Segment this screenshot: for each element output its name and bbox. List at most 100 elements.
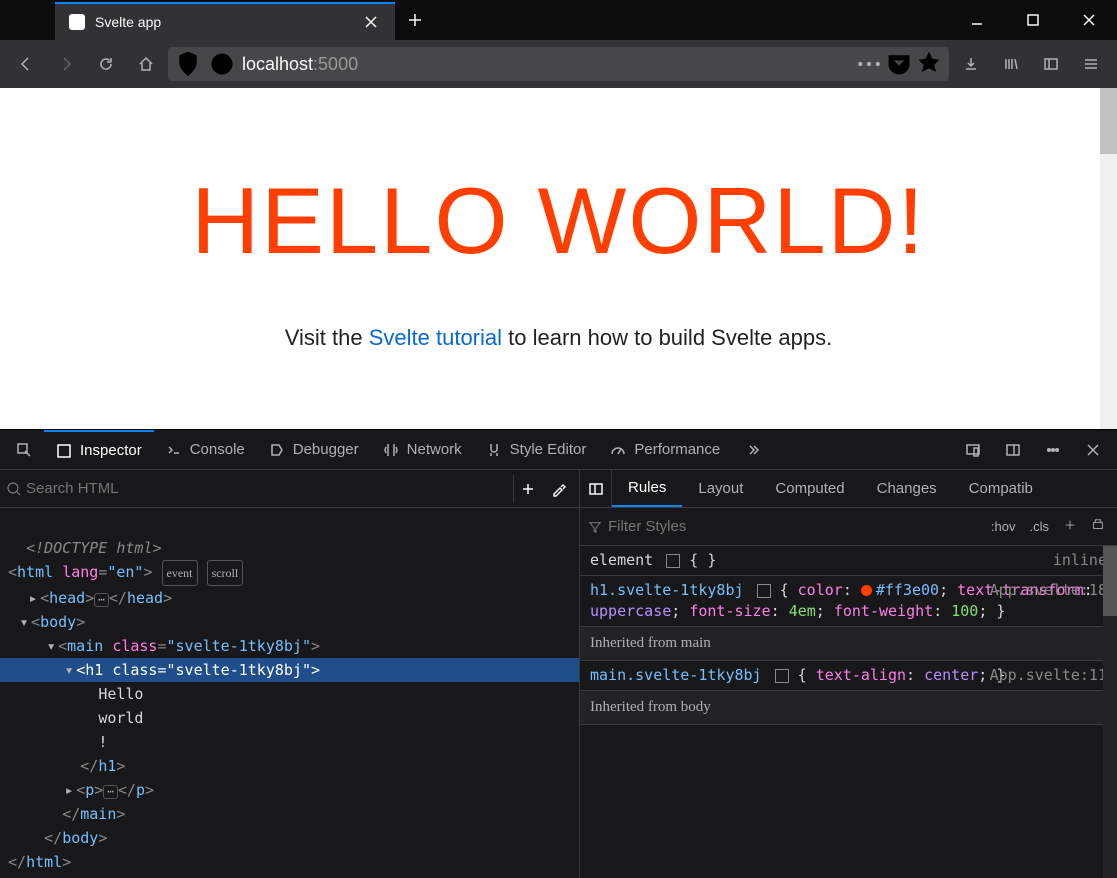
- tab-performance[interactable]: Performance: [598, 430, 732, 469]
- dom-text: !: [98, 733, 107, 751]
- css-rules-list[interactable]: inline element { } App.svelte:18 h1.svel…: [580, 546, 1117, 878]
- styles-tab-compat[interactable]: Compatib: [953, 470, 1049, 507]
- browser-toolbar: localhost:5000: [0, 40, 1117, 88]
- layout-view-icon[interactable]: [580, 470, 612, 508]
- inherited-from-main: Inherited from main: [580, 627, 1117, 661]
- close-window-icon[interactable]: [1061, 0, 1117, 40]
- dom-doctype: <!DOCTYPE html>: [26, 539, 161, 557]
- maximize-window-icon[interactable]: [1005, 0, 1061, 40]
- browser-tab[interactable]: Svelte app: [55, 2, 395, 40]
- tab-debugger[interactable]: Debugger: [257, 430, 371, 469]
- sidebar-icon[interactable]: [1033, 46, 1069, 82]
- back-button[interactable]: [8, 46, 44, 82]
- tabs-overflow-icon[interactable]: [732, 430, 772, 469]
- twisty-icon[interactable]: ▾: [17, 610, 31, 634]
- styles-tab-computed[interactable]: Computed: [759, 470, 860, 507]
- responsive-mode-icon[interactable]: [953, 442, 993, 458]
- selected-dom-node[interactable]: ▾<h1 class="svelte-1tky8bj">: [0, 658, 579, 682]
- page-content: HELLO WORLD! Visit the Svelte tutorial t…: [0, 88, 1117, 429]
- tab-debugger-label: Debugger: [293, 441, 359, 458]
- styles-filter-input[interactable]: [608, 518, 981, 535]
- styles-panel: Rules Layout Computed Changes Compatib :…: [580, 470, 1117, 878]
- ellipsis-icon[interactable]: ⋯: [94, 593, 109, 607]
- tab-inspector[interactable]: Inspector: [44, 430, 154, 469]
- target-icon[interactable]: [775, 669, 789, 683]
- pocket-icon[interactable]: [885, 50, 913, 78]
- styles-tab-rules[interactable]: Rules: [612, 470, 682, 507]
- scroll-badge[interactable]: scroll: [207, 560, 244, 586]
- tab-style-editor-label: Style Editor: [510, 441, 587, 458]
- inherited-from-body: Inherited from body: [580, 691, 1117, 725]
- styles-tabbar: Rules Layout Computed Changes Compatib: [580, 470, 1117, 508]
- devtools-close-icon[interactable]: [1073, 442, 1113, 458]
- twisty-icon[interactable]: ▾: [44, 634, 58, 658]
- meatballs-icon[interactable]: [855, 50, 883, 78]
- url-bar[interactable]: localhost:5000: [168, 47, 949, 81]
- dom-panel: <!DOCTYPE html> <html lang="en"> event s…: [0, 470, 580, 878]
- styles-filter-bar: :hov .cls: [580, 508, 1117, 546]
- target-icon[interactable]: [666, 554, 680, 568]
- rule-source[interactable]: App.svelte:11: [990, 665, 1107, 686]
- forward-button[interactable]: [48, 46, 84, 82]
- color-swatch-icon[interactable]: [861, 585, 872, 596]
- twisty-icon[interactable]: ▾: [62, 658, 76, 682]
- rule-source[interactable]: inline: [1053, 550, 1107, 571]
- svelte-favicon: [69, 14, 85, 30]
- home-button[interactable]: [128, 46, 164, 82]
- info-icon[interactable]: [208, 50, 236, 78]
- styles-tab-changes[interactable]: Changes: [861, 470, 953, 507]
- twisty-icon[interactable]: ▸: [62, 778, 76, 802]
- rule-main: App.svelte:11 main.svelte-1tky8bj { text…: [580, 661, 1117, 691]
- tab-style-editor[interactable]: Style Editor: [474, 430, 599, 469]
- tab-console-label: Console: [190, 441, 245, 458]
- add-node-icon[interactable]: [513, 475, 541, 503]
- library-icon[interactable]: [993, 46, 1029, 82]
- window-titlebar: Svelte app: [0, 0, 1117, 40]
- dom-search-bar: [0, 470, 579, 508]
- rule-source[interactable]: App.svelte:18: [990, 580, 1107, 601]
- tab-console[interactable]: Console: [154, 430, 257, 469]
- dom-tree[interactable]: <!DOCTYPE html> <html lang="en"> event s…: [0, 508, 579, 878]
- hov-toggle[interactable]: :hov: [987, 519, 1020, 534]
- page-subline: Visit the Svelte tutorial to learn how t…: [285, 325, 833, 351]
- eyedropper-icon[interactable]: [545, 475, 573, 503]
- url-text: localhost:5000: [242, 54, 358, 75]
- ellipsis-icon[interactable]: ⋯: [103, 785, 118, 799]
- devtools-meatballs-icon[interactable]: [1033, 442, 1073, 458]
- rule-h1: App.svelte:18 h1.svelte-1tky8bj { color:…: [580, 576, 1117, 627]
- add-rule-icon[interactable]: [1059, 518, 1081, 535]
- devtools-tabbar: Inspector Console Debugger Network Style…: [0, 430, 1117, 470]
- svelte-tutorial-link[interactable]: Svelte tutorial: [369, 325, 502, 350]
- bookmark-star-icon[interactable]: [915, 50, 943, 78]
- shield-icon[interactable]: [174, 50, 202, 78]
- print-sim-icon[interactable]: [1087, 518, 1109, 535]
- reload-button[interactable]: [88, 46, 124, 82]
- subline-post: to learn how to build Svelte apps.: [502, 325, 832, 350]
- event-badge[interactable]: event: [162, 560, 198, 586]
- target-icon[interactable]: [757, 584, 771, 598]
- element-picker-icon[interactable]: [4, 430, 44, 469]
- rule-element: inline element { }: [580, 546, 1117, 576]
- cls-toggle[interactable]: .cls: [1026, 519, 1054, 534]
- styles-scrollbar[interactable]: [1103, 546, 1117, 878]
- subline-pre: Visit the: [285, 325, 369, 350]
- dom-search-input[interactable]: [26, 480, 509, 497]
- tab-network[interactable]: Network: [371, 430, 474, 469]
- url-host: localhost: [242, 54, 313, 74]
- hamburger-menu-icon[interactable]: [1073, 46, 1109, 82]
- tab-inspector-label: Inspector: [80, 442, 142, 459]
- dom-text: Hello: [98, 685, 143, 703]
- dom-text: world: [98, 709, 143, 727]
- url-port: :5000: [313, 54, 358, 74]
- new-tab-button[interactable]: [395, 0, 435, 40]
- downloads-icon[interactable]: [953, 46, 989, 82]
- page-heading: HELLO WORLD!: [191, 167, 925, 275]
- twisty-icon[interactable]: ▸: [26, 586, 40, 610]
- minimize-window-icon[interactable]: [949, 0, 1005, 40]
- page-scrollbar[interactable]: [1100, 88, 1117, 429]
- close-tab-icon[interactable]: [361, 12, 381, 32]
- devtools-panel: Inspector Console Debugger Network Style…: [0, 429, 1117, 878]
- dock-side-icon[interactable]: [993, 442, 1033, 458]
- tab-network-label: Network: [407, 441, 462, 458]
- styles-tab-layout[interactable]: Layout: [682, 470, 759, 507]
